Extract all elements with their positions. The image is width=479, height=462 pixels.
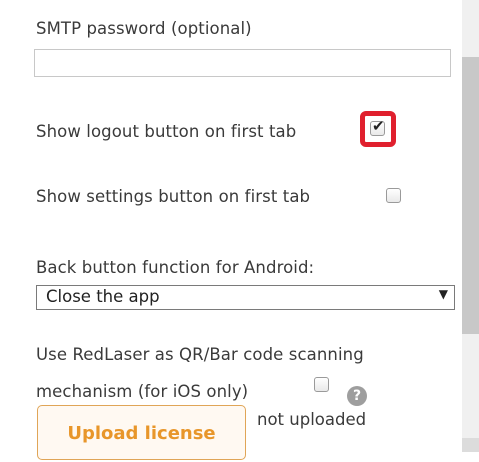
help-icon[interactable]: ? xyxy=(347,386,367,406)
show-settings-label: Show settings button on first tab xyxy=(36,187,311,206)
scrollbar-thumb[interactable] xyxy=(462,57,479,334)
redlaser-label-line1: Use RedLaser as QR/Bar code scanning xyxy=(36,345,364,364)
show-settings-checkbox[interactable] xyxy=(386,188,401,203)
check-icon: ✔ xyxy=(372,117,385,135)
show-logout-checkbox[interactable]: ✔ xyxy=(370,117,385,136)
license-status: not uploaded xyxy=(257,410,367,429)
smtp-password-label: SMTP password (optional) xyxy=(36,19,252,38)
smtp-password-input[interactable] xyxy=(34,49,451,77)
back-button-select[interactable]: Close the app ▼ xyxy=(36,285,455,310)
settings-panel: SMTP password (optional) Show logout but… xyxy=(0,0,462,460)
show-logout-label: Show logout button on first tab xyxy=(36,122,297,141)
back-button-selected-value: Close the app xyxy=(46,287,160,306)
dropdown-arrow-icon: ▼ xyxy=(438,287,448,301)
scrollbar-corner xyxy=(462,438,479,452)
redlaser-label-line2: mechanism (for iOS only) xyxy=(36,382,249,401)
redlaser-checkbox[interactable] xyxy=(314,377,329,392)
back-button-label: Back button function for Android: xyxy=(36,258,315,277)
